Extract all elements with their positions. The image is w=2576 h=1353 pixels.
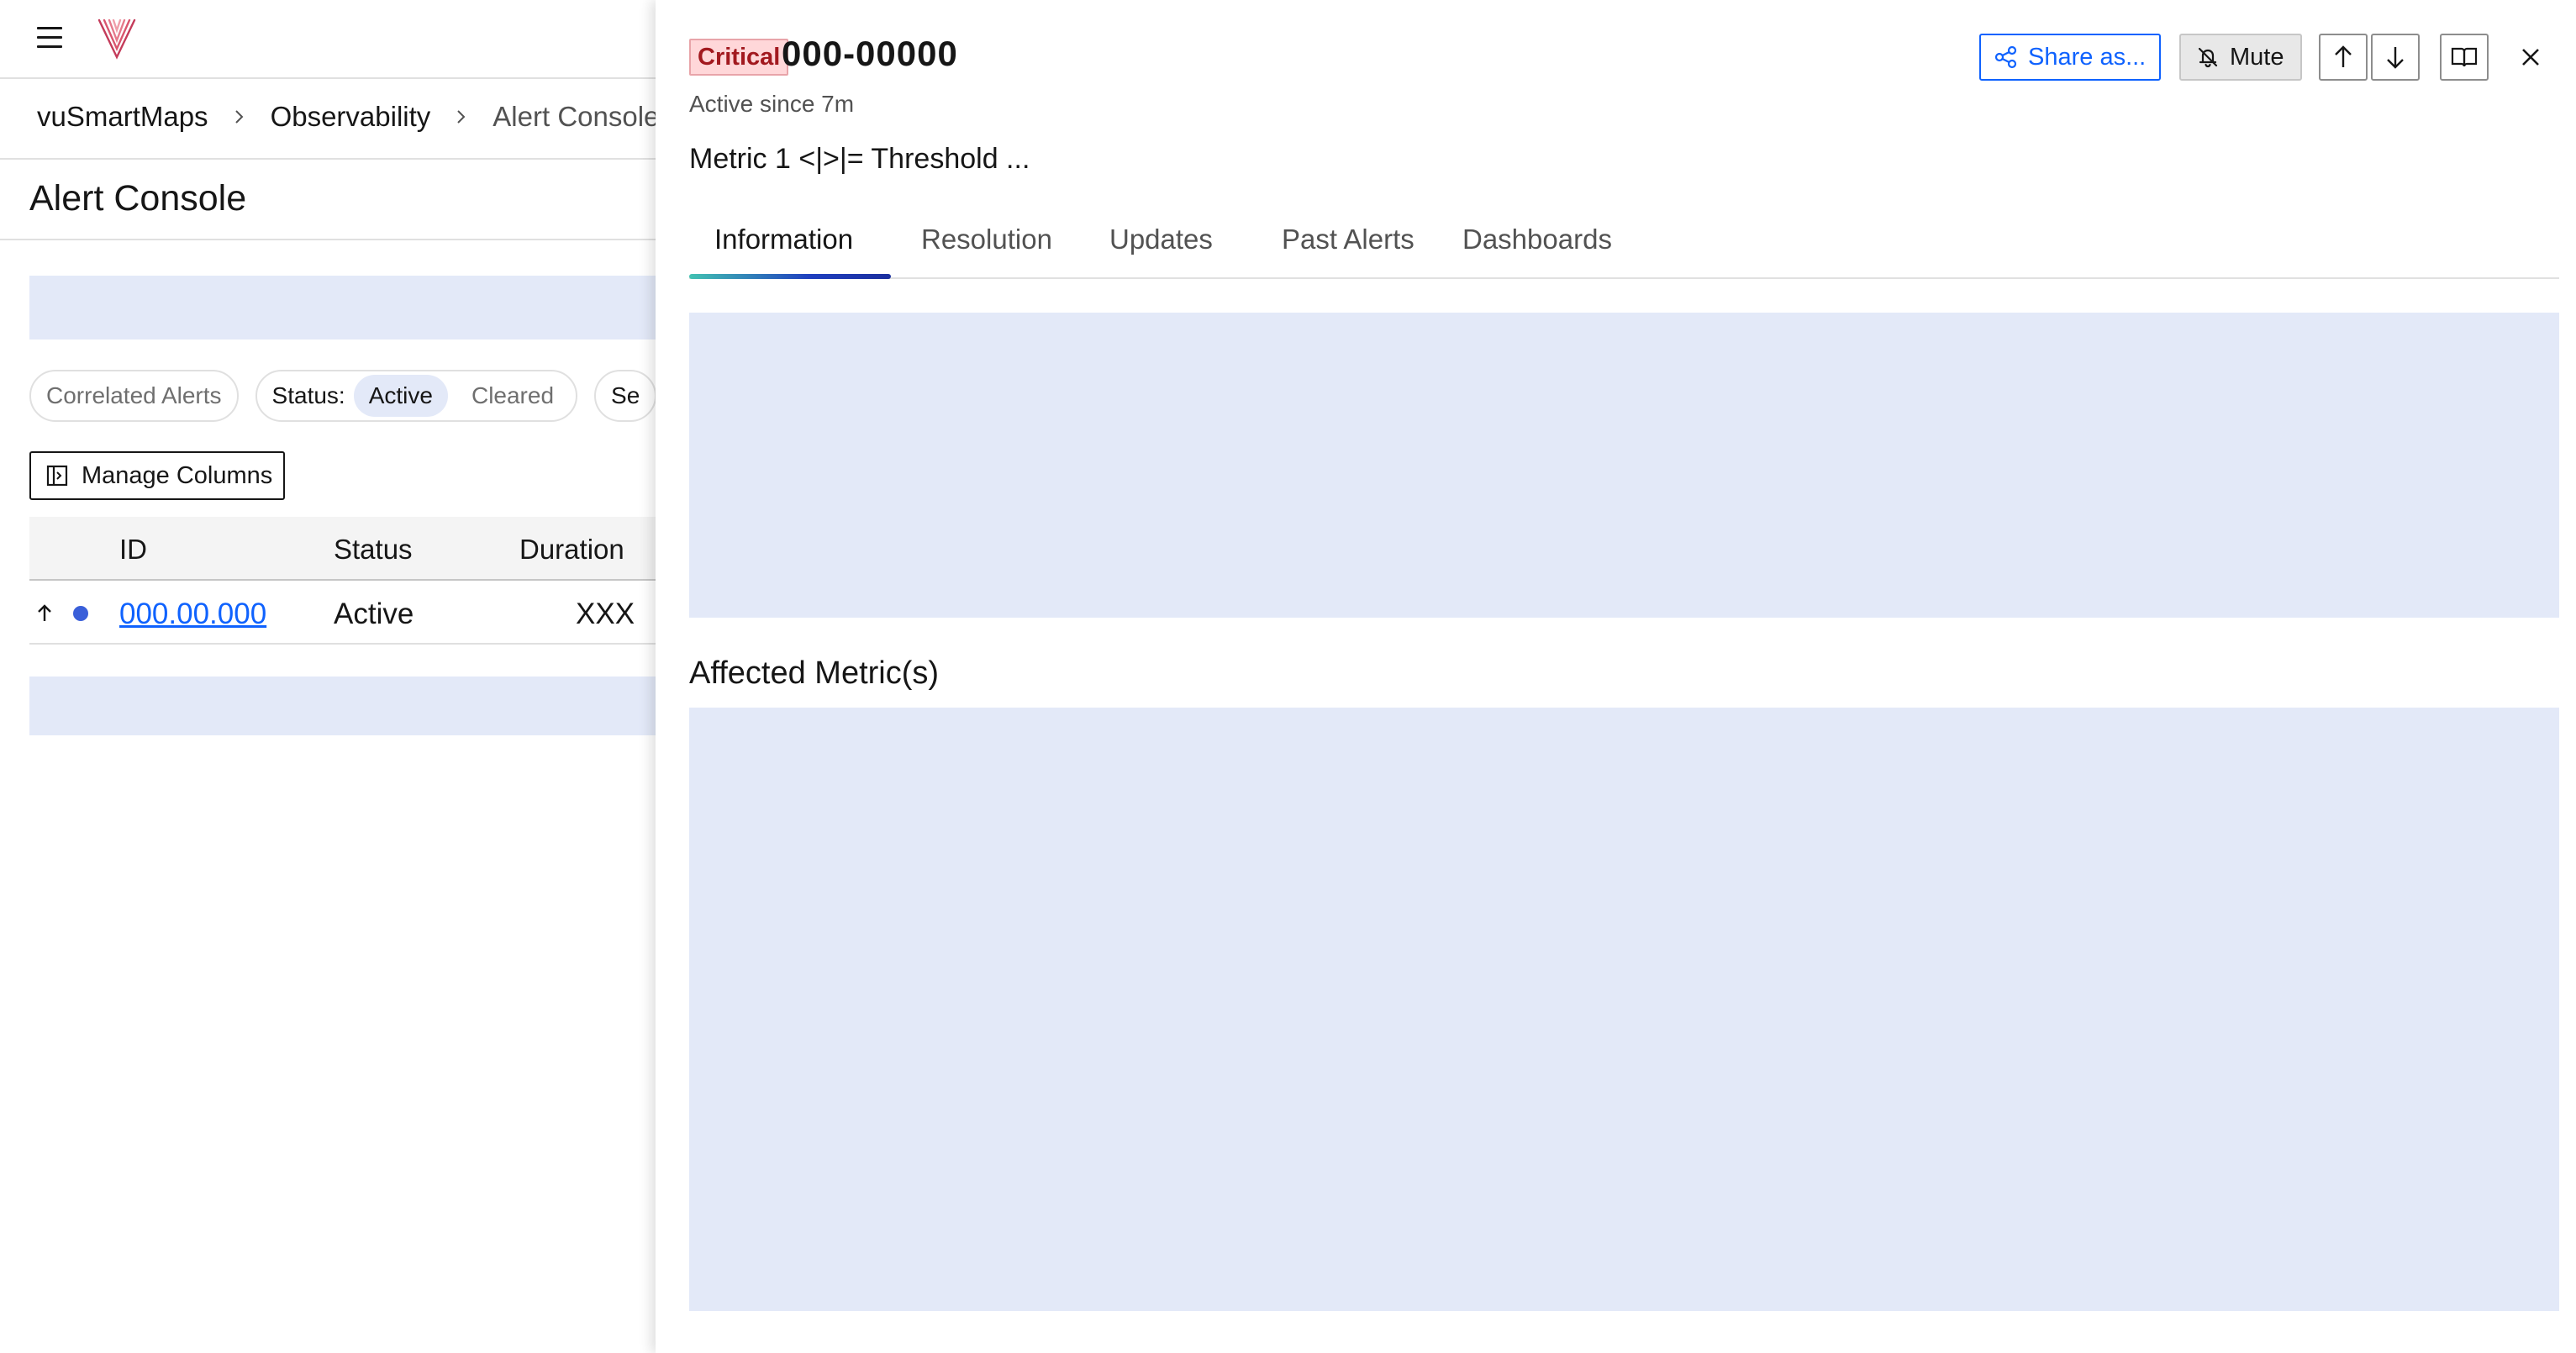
sort-arrow-up-icon — [38, 604, 51, 621]
manage-columns-label: Manage Columns — [82, 461, 273, 489]
share-button[interactable]: Share as... — [1979, 34, 2161, 81]
status-filter: Status: Active Cleared — [255, 370, 578, 422]
tab-updates[interactable]: Updates — [1109, 224, 1213, 255]
mute-button-label: Mute — [2230, 43, 2284, 71]
breadcrumb-bar: vuSmartMaps Observability Alert Console — [0, 79, 659, 160]
book-icon — [2451, 47, 2478, 67]
page-title: Alert Console — [29, 178, 247, 218]
documentation-button[interactable] — [2440, 34, 2489, 81]
breadcrumb: vuSmartMaps Observability Alert Console — [37, 101, 659, 133]
arrow-up-icon — [2335, 45, 2352, 67]
column-header-duration[interactable]: Duration — [519, 534, 624, 566]
close-icon — [2522, 49, 2539, 66]
breadcrumb-item-alert-console: Alert Console — [493, 101, 660, 132]
top-bar — [0, 0, 656, 79]
alert-description: Metric 1 <|>|= Threshold ... — [689, 143, 1030, 175]
alert-id-link[interactable]: 000.00.000 — [119, 598, 266, 631]
page-header: Alert Console — [0, 160, 656, 240]
chevron-right-icon — [234, 110, 243, 124]
mute-button[interactable]: Mute — [2179, 34, 2302, 81]
logo-icon[interactable] — [96, 15, 138, 62]
previous-alert-button[interactable] — [2319, 34, 2368, 81]
chevron-right-icon — [457, 110, 466, 124]
severity-badge: Critical — [689, 39, 789, 76]
tab-dashboards[interactable]: Dashboards — [1462, 224, 1612, 255]
table-row[interactable]: 000.00.000 Active XXX — [29, 581, 656, 645]
columns-icon — [46, 465, 68, 487]
loading-placeholder — [29, 676, 656, 735]
filter-bar: Correlated Alerts Status: Active Cleared… — [29, 370, 657, 422]
breadcrumb-item-vusmartmaps[interactable]: vuSmartMaps — [37, 101, 208, 133]
filter-chip-partial[interactable]: Se — [594, 370, 657, 422]
detail-tabs: Information Resolution Updates Past Aler… — [689, 210, 2559, 279]
breadcrumb-item-observability[interactable]: Observability — [271, 101, 431, 133]
selected-tab-indicator — [689, 274, 891, 279]
share-button-label: Share as... — [2028, 43, 2147, 71]
menu-icon[interactable] — [37, 27, 64, 49]
affected-metrics-placeholder — [689, 708, 2559, 1311]
alert-detail-panel: Critical 000-00000 Active since 7m Metri… — [656, 0, 2576, 1353]
affected-metrics-title: Affected Metric(s) — [689, 655, 940, 691]
close-button[interactable] — [2507, 34, 2554, 81]
column-header-id[interactable]: ID — [119, 534, 147, 566]
header-actions: Share as... Mute — [1979, 34, 2559, 81]
next-alert-button[interactable] — [2371, 34, 2420, 81]
manage-columns-button[interactable]: Manage Columns — [29, 451, 285, 500]
alert-title: 000-00000 — [782, 34, 958, 73]
column-header-status[interactable]: Status — [334, 534, 413, 566]
share-icon — [1994, 45, 2017, 69]
correlated-alerts-chip[interactable]: Correlated Alerts — [29, 370, 239, 422]
status-option-active[interactable]: Active — [353, 375, 448, 417]
alert-duration: XXX — [576, 598, 635, 630]
alerts-table: ID Status Duration 000.00.000 Active XXX — [29, 517, 656, 645]
arrow-down-icon — [2387, 47, 2404, 69]
table-header: ID Status Duration — [29, 517, 656, 581]
status-filter-label: Status: — [271, 382, 345, 408]
tab-information[interactable]: Information — [714, 224, 853, 255]
information-placeholder — [689, 313, 2559, 618]
active-since: Active since 7m — [689, 91, 855, 117]
bell-off-icon — [2198, 47, 2218, 68]
status-dot — [73, 606, 88, 621]
tab-past-alerts[interactable]: Past Alerts — [1282, 224, 1414, 255]
status-option-cleared[interactable]: Cleared — [456, 375, 569, 417]
tab-resolution[interactable]: Resolution — [921, 224, 1052, 255]
alert-status: Active — [334, 598, 414, 630]
loading-placeholder — [29, 276, 656, 340]
